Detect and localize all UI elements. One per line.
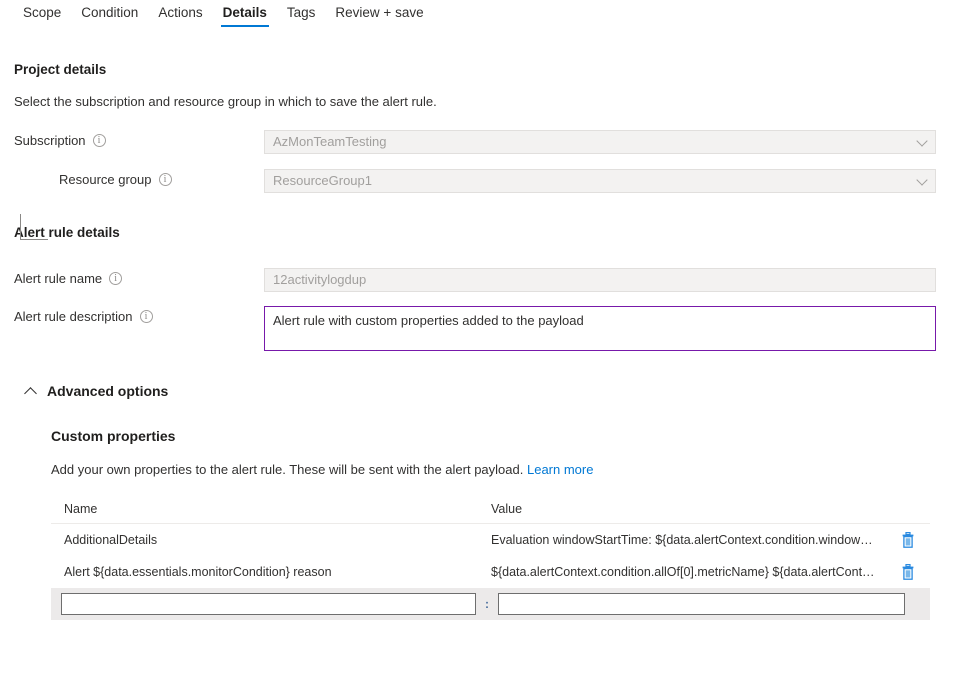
alert-rule-name-value: 12activitylogdup xyxy=(273,269,366,291)
new-property-name-input[interactable] xyxy=(61,593,476,615)
subscription-dropdown[interactable]: AzMonTeamTesting xyxy=(264,130,936,154)
alert-rule-name-label: Alert rule name xyxy=(14,271,102,286)
column-header-value: Value xyxy=(488,502,888,516)
learn-more-link[interactable]: Learn more xyxy=(527,462,593,477)
tab-actions[interactable]: Actions xyxy=(148,0,212,31)
tree-connector xyxy=(20,214,48,240)
table-row[interactable]: Alert ${data.essentials.monitorCondition… xyxy=(51,556,930,588)
info-icon[interactable] xyxy=(140,310,153,323)
column-header-name: Name xyxy=(51,502,488,516)
tab-scope[interactable]: Scope xyxy=(13,0,71,31)
tab-label: Actions xyxy=(158,5,202,20)
alert-rule-description-textarea[interactable] xyxy=(264,306,936,351)
wizard-tab-strip: Scope Condition Actions Details Tags Rev… xyxy=(0,0,968,34)
alert-rule-description-control xyxy=(264,306,936,351)
chevron-down-icon xyxy=(916,135,927,146)
custom-property-new-row: : xyxy=(51,588,930,620)
subscription-label: Subscription xyxy=(14,133,86,148)
tab-label: Tags xyxy=(287,5,316,20)
advanced-options-label: Advanced options xyxy=(47,383,168,399)
alert-rule-description-label-group: Alert rule description xyxy=(14,306,264,324)
resource-group-label: Resource group xyxy=(59,172,152,187)
chevron-up-icon xyxy=(24,387,37,400)
tab-label: Review + save xyxy=(335,5,423,20)
tab-details[interactable]: Details xyxy=(213,0,277,31)
custom-properties-table: Name Value AdditionalDetails Evaluation … xyxy=(51,494,930,588)
key-value-separator: : xyxy=(476,597,498,611)
alert-rule-name-field-row: Alert rule name 12activitylogdup xyxy=(14,268,968,292)
table-header-row: Name Value xyxy=(51,494,930,524)
info-icon[interactable] xyxy=(159,173,172,186)
subscription-value: AzMonTeamTesting xyxy=(273,131,386,153)
table-row[interactable]: AdditionalDetails Evaluation windowStart… xyxy=(51,524,930,556)
project-details-heading: Project details xyxy=(14,62,968,77)
chevron-down-icon xyxy=(916,174,927,185)
custom-properties-description: Add your own properties to the alert rul… xyxy=(51,462,968,477)
subscription-label-group: Subscription xyxy=(14,130,264,148)
advanced-options-toggle[interactable]: Advanced options xyxy=(26,383,968,399)
tab-label: Condition xyxy=(81,5,138,20)
delete-row-button[interactable] xyxy=(888,564,927,580)
trash-icon xyxy=(901,532,915,548)
cell-value: Evaluation windowStartTime: ${data.alert… xyxy=(488,533,888,547)
tab-tags[interactable]: Tags xyxy=(277,0,326,31)
alert-rule-name-input[interactable]: 12activitylogdup xyxy=(264,268,936,292)
resource-group-dropdown[interactable]: ResourceGroup1 xyxy=(264,169,936,193)
resource-group-field-row: Resource group ResourceGroup1 xyxy=(14,169,968,193)
tab-label: Details xyxy=(223,5,267,20)
alert-rule-name-control: 12activitylogdup xyxy=(264,268,936,292)
alert-rule-description-field-row: Alert rule description xyxy=(14,306,968,351)
alert-rule-details-heading: Alert rule details xyxy=(14,225,968,240)
resource-group-value: ResourceGroup1 xyxy=(273,170,372,192)
custom-properties-description-text: Add your own properties to the alert rul… xyxy=(51,462,523,477)
project-details-description: Select the subscription and resource gro… xyxy=(14,94,968,109)
tab-review-save[interactable]: Review + save xyxy=(325,0,433,31)
custom-properties-heading: Custom properties xyxy=(51,428,968,444)
info-icon[interactable] xyxy=(109,272,122,285)
delete-row-button[interactable] xyxy=(888,532,927,548)
alert-rule-name-label-group: Alert rule name xyxy=(14,268,264,286)
subscription-control: AzMonTeamTesting xyxy=(264,130,936,154)
tab-condition[interactable]: Condition xyxy=(71,0,148,31)
cell-name: AdditionalDetails xyxy=(51,533,488,547)
cell-name: Alert ${data.essentials.monitorCondition… xyxy=(51,565,488,579)
tab-label: Scope xyxy=(23,5,61,20)
resource-group-label-group: Resource group xyxy=(14,169,264,187)
subscription-field-row: Subscription AzMonTeamTesting xyxy=(14,130,968,154)
trash-icon xyxy=(901,564,915,580)
cell-value: ${data.alertContext.condition.allOf[0].m… xyxy=(488,565,888,579)
info-icon[interactable] xyxy=(93,134,106,147)
details-form: Project details Select the subscription … xyxy=(0,62,968,620)
resource-group-control: ResourceGroup1 xyxy=(264,169,936,193)
new-property-value-input[interactable] xyxy=(498,593,905,615)
alert-rule-description-label: Alert rule description xyxy=(14,309,133,324)
